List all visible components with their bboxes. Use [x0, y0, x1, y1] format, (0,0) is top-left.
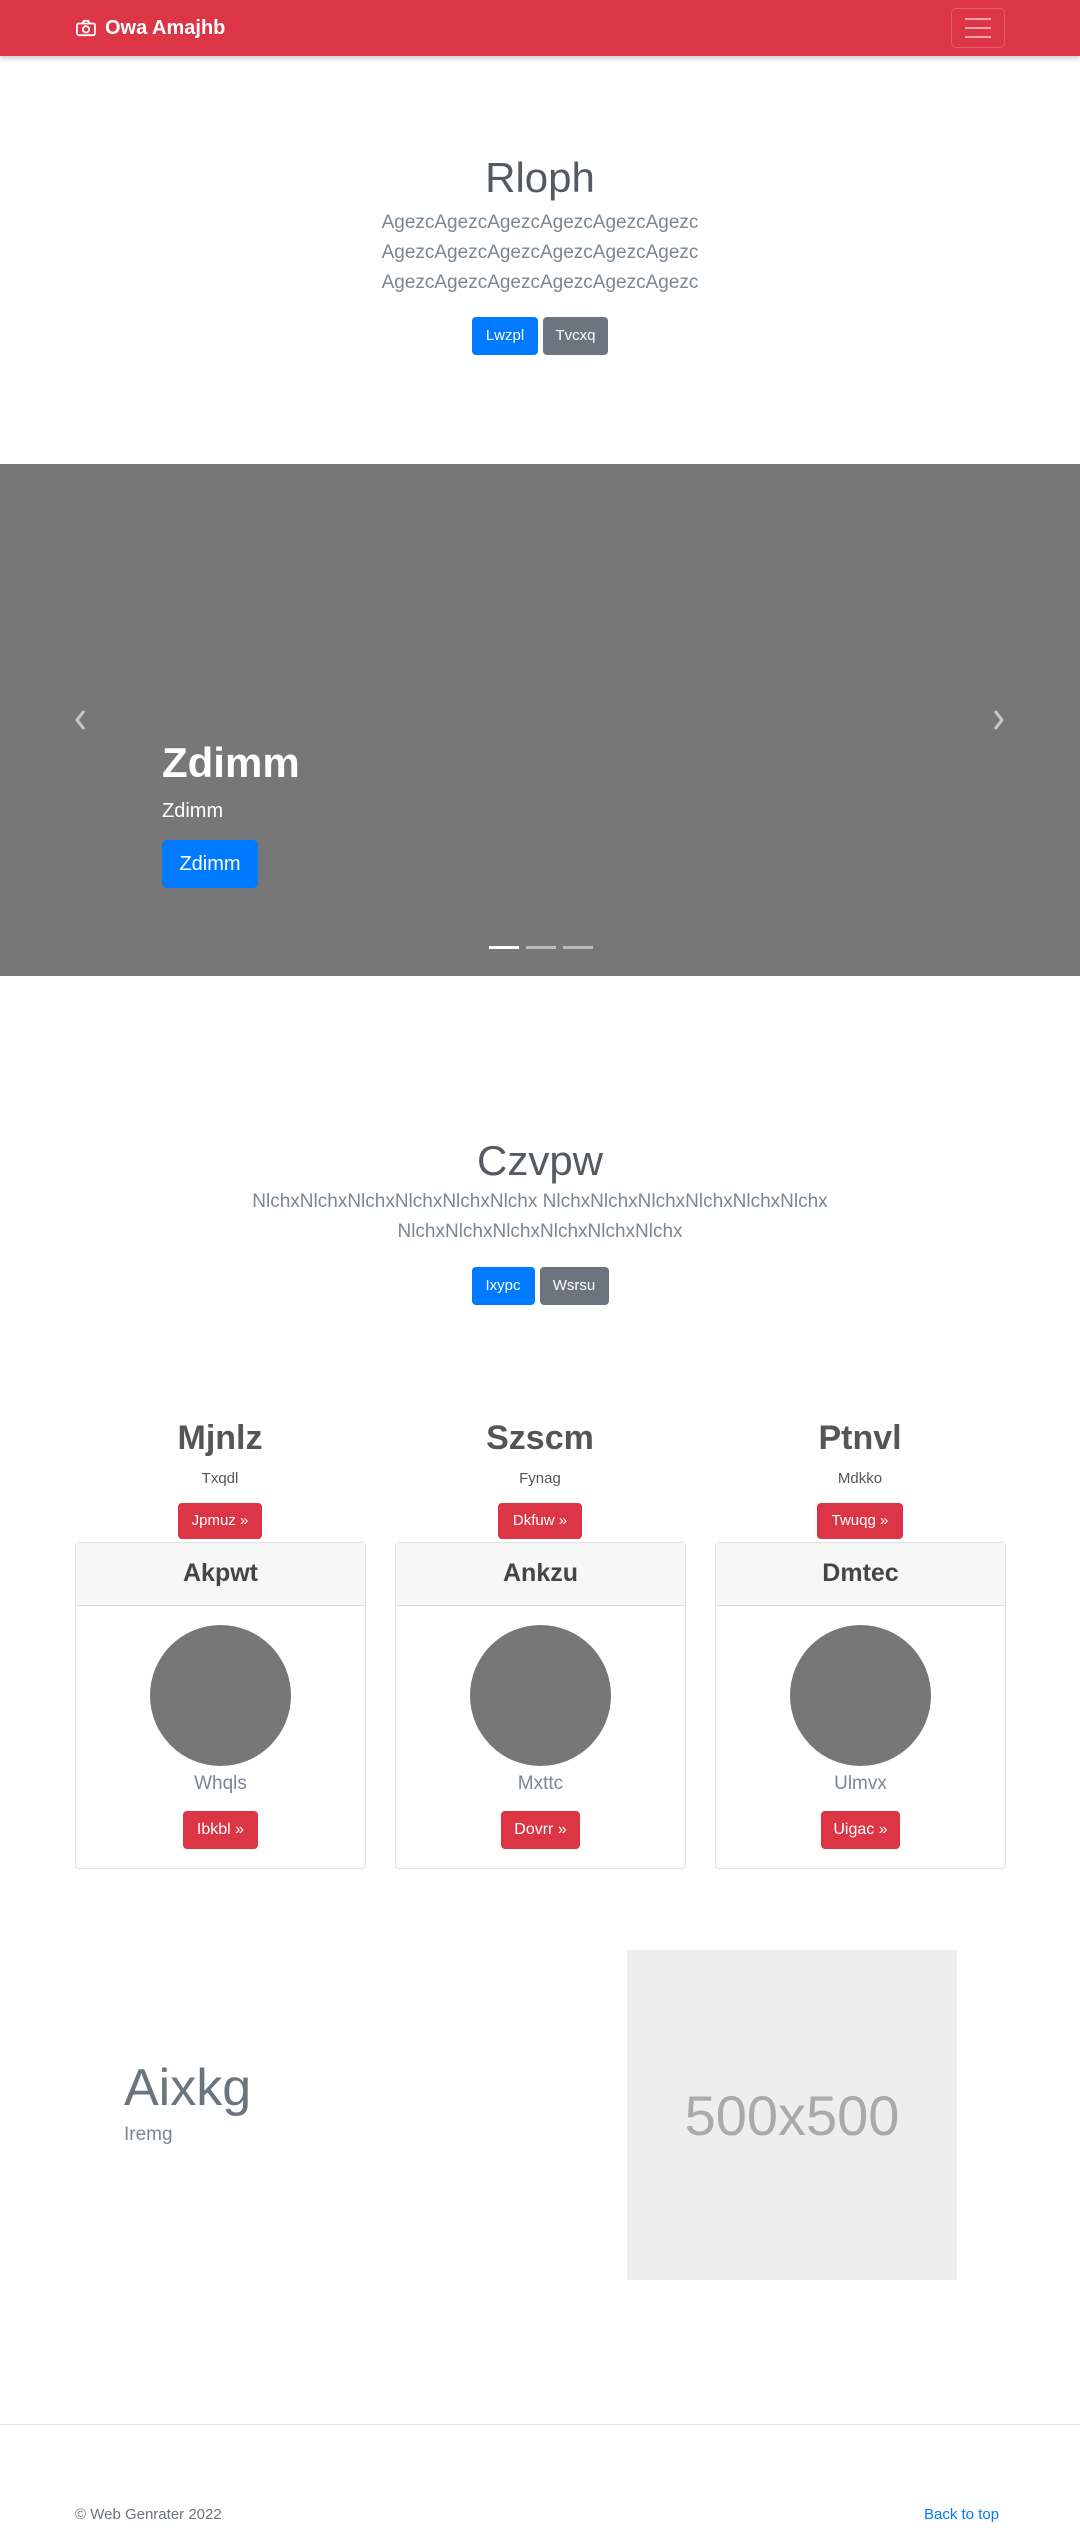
czvpw-section: Czvpw NlchxNlchxNlchxNlchxNlchxNlchx Nlc… — [0, 1133, 1080, 1305]
footer-copyright: © Web Genrater 2022 — [75, 2506, 222, 2523]
card-akpwt: Akpwt Whqls Ibkbl » — [75, 1542, 366, 1869]
column-szscm: Szscm Fynag — [395, 1418, 685, 1487]
twuqg-button[interactable]: Twuqg » — [817, 1503, 903, 1539]
placeholder-label: 500x500 — [684, 2083, 900, 2147]
navbar: Owa Amajhb — [0, 0, 1080, 56]
chevron-left-icon[interactable] — [70, 705, 90, 735]
carousel-title: Zdimm — [162, 739, 300, 786]
section-lead: NlchxNlchxNlchxNlchxNlchxNlchx NlchxNlch… — [0, 1187, 1080, 1247]
hero-line: AgezcAgezcAgezcAgezcAgezcAgezc — [381, 242, 699, 263]
avatar — [790, 1625, 931, 1766]
card-dmtec: Dmtec Ulmvx Uigac » — [715, 1542, 1006, 1869]
column-title: Ptnvl — [818, 1419, 902, 1457]
tvcxq-button[interactable]: Tvcxq — [543, 317, 608, 355]
card-ankzu: Ankzu Mxttc Dovrr » — [395, 1542, 686, 1869]
hero-section: Rloph AgezcAgezcAgezcAgezcAgezcAgezc Age… — [0, 150, 1080, 355]
card-header: Dmtec — [716, 1543, 1005, 1606]
chevron-right-icon[interactable] — [989, 705, 1009, 735]
avatar — [150, 1625, 291, 1766]
dovrr-button[interactable]: Dovrr » — [501, 1811, 580, 1849]
jpmuz-button[interactable]: Jpmuz » — [178, 1503, 262, 1539]
carousel-indicator[interactable] — [526, 946, 556, 949]
carousel-indicator[interactable] — [563, 946, 593, 949]
column-title: Szscm — [486, 1419, 594, 1457]
column-title: Mjnlz — [177, 1419, 263, 1457]
lwzpl-button[interactable]: Lwzpl — [472, 317, 538, 355]
card-header: Akpwt — [76, 1543, 365, 1606]
wsrsu-button[interactable]: Wsrsu — [539, 1267, 609, 1305]
carousel-subtitle: Zdimm — [162, 800, 224, 822]
featurette-subtitle: Iremg — [124, 2124, 173, 2145]
camera-icon — [76, 19, 96, 37]
ixypc-button[interactable]: Ixypc — [471, 1267, 535, 1305]
hero-line: AgezcAgezcAgezcAgezcAgezcAgezc — [381, 212, 699, 233]
dkfuw-button[interactable]: Dkfuw » — [498, 1503, 582, 1539]
section-title: Czvpw — [476, 1137, 604, 1184]
section-line: NlchxNlchxNlchxNlchxNlchxNlchx NlchxNlch… — [252, 1191, 828, 1212]
hero-lead: AgezcAgezcAgezcAgezcAgezcAgezc AgezcAgez… — [0, 208, 1080, 298]
card-text: Ulmvx — [834, 1773, 887, 1794]
column-subtitle: Fynag — [519, 1470, 561, 1487]
hero-title: Rloph — [485, 154, 595, 201]
column-subtitle: Mdkko — [837, 1470, 883, 1487]
section-line: NlchxNlchxNlchxNlchxNlchxNlchx — [397, 1221, 683, 1242]
footer-divider — [0, 2424, 1080, 2425]
card-header: Ankzu — [396, 1543, 685, 1606]
ibkbl-button[interactable]: Ibkbl » — [183, 1811, 258, 1849]
card-text: Whqls — [194, 1773, 247, 1794]
brand-name: Owa Amajhb — [105, 16, 226, 39]
column-mjnlz: Mjnlz Txqdl — [75, 1418, 365, 1487]
hero-line: AgezcAgezcAgezcAgezcAgezcAgezc — [381, 272, 699, 293]
hamburger-menu-icon[interactable] — [951, 8, 1005, 48]
featurette-title: Aixkg — [124, 2059, 252, 2117]
uigac-button[interactable]: Uigac » — [821, 1811, 900, 1849]
carousel-caption: Zdimm Zdimm — [162, 736, 300, 823]
column-subtitle: Txqdl — [201, 1470, 239, 1487]
card-text: Mxttc — [517, 1773, 564, 1794]
carousel-indicator[interactable] — [489, 946, 519, 949]
carousel-indicators — [489, 946, 593, 949]
carousel-button[interactable]: Zdimm — [162, 840, 258, 888]
carousel: Zdimm Zdimm Zdimm — [0, 464, 1080, 976]
back-to-top-link[interactable]: Back to top — [924, 2506, 999, 2523]
column-ptnvl: Ptnvl Mdkko — [715, 1418, 1005, 1487]
avatar — [470, 1625, 611, 1766]
placeholder-image: 500x500 — [627, 1950, 957, 2280]
navbar-brand[interactable]: Owa Amajhb — [75, 14, 225, 42]
